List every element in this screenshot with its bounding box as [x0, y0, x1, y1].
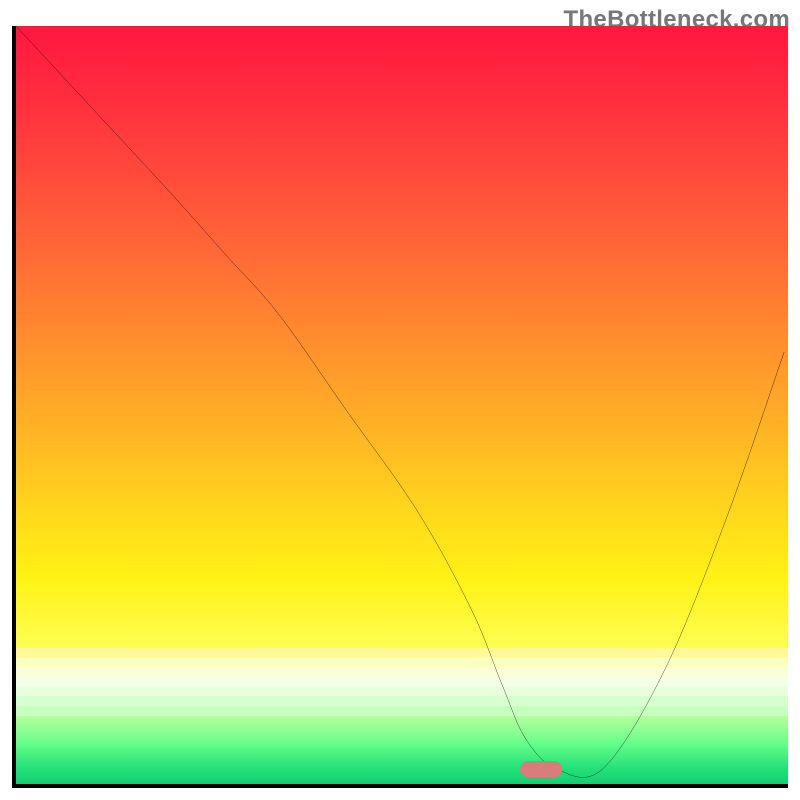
- optimal-marker: [520, 761, 562, 778]
- chart-stage: TheBottleneck.com: [0, 0, 800, 800]
- plot-area: [12, 26, 788, 788]
- curve-layer: [16, 26, 788, 784]
- bottleneck-curve: [16, 26, 784, 777]
